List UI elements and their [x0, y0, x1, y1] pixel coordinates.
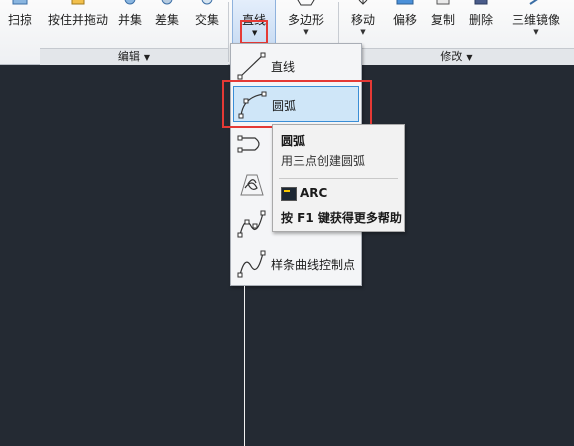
arc-item-highlight — [222, 80, 372, 128]
modify-panel-bar[interactable]: 修改 ▼ — [339, 48, 574, 65]
erase-icon — [471, 0, 491, 9]
spline-fit-icon — [237, 210, 267, 241]
offset-icon — [395, 0, 415, 9]
offset-tool[interactable]: 偏移 — [388, 0, 422, 44]
edit-panel-bar[interactable]: 编辑 ▼ — [40, 48, 228, 65]
union-icon — [120, 0, 140, 9]
line-icon — [237, 52, 267, 83]
chevron-down-icon[interactable]: ▼ — [504, 28, 568, 36]
polygon-icon — [296, 0, 316, 9]
polygon-tool[interactable]: 多边形 ▼ — [284, 0, 328, 44]
crosshair-line — [244, 286, 245, 446]
tooltip-command: ARC — [300, 186, 328, 200]
menu-item-line[interactable]: 直线 — [233, 48, 359, 84]
mirror3d-icon — [526, 0, 546, 9]
chevron-down-icon[interactable]: ▼ — [284, 28, 328, 36]
chevron-down-icon: ▼ — [143, 53, 151, 62]
tooltip-divider — [279, 178, 398, 179]
sweep-tool[interactable]: 扫掠 — [4, 0, 36, 44]
subtract-icon — [157, 0, 177, 9]
arc-tooltip: 圆弧 用三点创建圆弧 ARC 按 F1 键获得更多帮助 — [272, 124, 405, 232]
polyline-icon — [237, 130, 267, 161]
presspull-tool[interactable]: 按住并拖动 — [46, 0, 110, 44]
intersect-tool[interactable]: 交集 — [190, 0, 224, 44]
erase-tool[interactable]: 删除 — [464, 0, 498, 44]
tooltip-description: 用三点创建圆弧 — [281, 154, 366, 168]
union-tool[interactable]: 并集 — [114, 0, 146, 44]
dropdown-arrow-highlight — [240, 20, 268, 44]
mirror3d-tool[interactable]: 三维镜像 ▼ — [504, 0, 568, 44]
chevron-down-icon: ▼ — [466, 53, 473, 62]
ribbon-divider — [228, 2, 229, 62]
copy-icon — [433, 0, 453, 9]
spline-cv-icon — [237, 250, 267, 281]
command-line-icon — [281, 187, 297, 201]
subtract-tool[interactable]: 差集 — [150, 0, 184, 44]
move-icon — [353, 0, 373, 9]
tooltip-help: 按 F1 键获得更多帮助 — [281, 211, 402, 225]
move-tool[interactable]: 移动 ▼ — [346, 0, 380, 44]
sweep-icon — [10, 0, 30, 9]
intersect-icon — [197, 0, 217, 9]
presspull-icon — [68, 0, 88, 9]
helix-icon — [237, 170, 267, 201]
copy-tool[interactable]: 复制 — [426, 0, 460, 44]
menu-item-spline-cv[interactable]: 样条曲线控制点 — [233, 246, 359, 282]
tooltip-title: 圆弧 — [281, 134, 306, 148]
chevron-down-icon[interactable]: ▼ — [346, 28, 380, 36]
